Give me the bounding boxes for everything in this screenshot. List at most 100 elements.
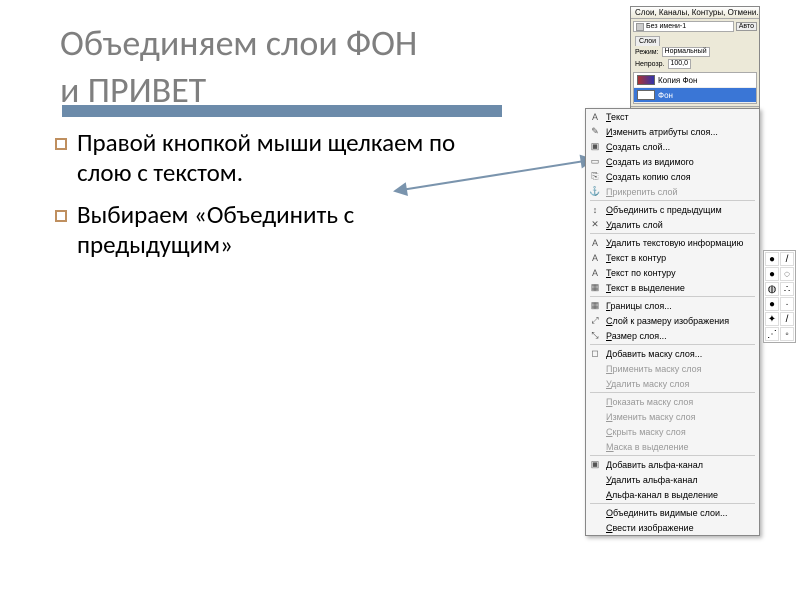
menu-item-icon: ✎ bbox=[588, 126, 602, 138]
context-menu-item[interactable]: Альфа-канал в выделение bbox=[586, 487, 759, 502]
context-menu-item: ⚓ Прикрепить слой bbox=[586, 184, 759, 199]
context-menu-item[interactable]: A Текст по контуру bbox=[586, 265, 759, 280]
context-menu-item: Изменить маску слоя bbox=[586, 409, 759, 424]
menu-item-icon: ▣ bbox=[588, 459, 602, 471]
menu-item-icon: ↕ bbox=[588, 204, 602, 216]
menu-item-icon bbox=[588, 441, 602, 453]
brush-item[interactable]: / bbox=[780, 312, 794, 326]
context-menu-item[interactable]: ▣Добавить альфа-канал bbox=[586, 457, 759, 472]
context-menu-item[interactable]: ⤢ Слой к размеру изображения bbox=[586, 313, 759, 328]
context-menu-item[interactable]: ✕ Удалить слой bbox=[586, 217, 759, 232]
menu-item-label: Объединить с предыдущим bbox=[606, 205, 722, 215]
brush-item[interactable]: · bbox=[780, 297, 794, 311]
layer-thumb bbox=[637, 90, 655, 100]
menu-item-label: Слой к размеру изображения bbox=[606, 316, 729, 326]
context-menu-item[interactable]: ⤡Размер слоя... bbox=[586, 328, 759, 343]
context-menu-item[interactable]: ✎Изменить атрибуты слоя... bbox=[586, 124, 759, 139]
image-selector[interactable]: Без имени-1 bbox=[633, 21, 734, 32]
mode-label: Режим: bbox=[635, 49, 659, 56]
menu-item-icon bbox=[588, 474, 602, 486]
brush-item[interactable]: ● bbox=[765, 267, 779, 281]
context-menu-item[interactable]: ▦ Границы слоя... bbox=[586, 298, 759, 313]
menu-item-icon: ✕ bbox=[588, 219, 602, 231]
menu-item-icon bbox=[588, 489, 602, 501]
menu-item-icon: A bbox=[588, 111, 602, 123]
context-menu-item: Удалить маску слоя bbox=[586, 376, 759, 391]
context-menu-item[interactable]: ▭Создать из видимого bbox=[586, 154, 759, 169]
menu-item-icon bbox=[588, 396, 602, 408]
brush-item[interactable]: ● bbox=[765, 252, 779, 266]
context-menu-item[interactable]: Свести изображение bbox=[586, 520, 759, 535]
menu-item-label: Удалить слой bbox=[606, 220, 663, 230]
menu-item-label: Границы слоя... bbox=[606, 301, 672, 311]
context-menu-item[interactable]: A Текст в контур bbox=[586, 250, 759, 265]
menu-item-label: Создать слой... bbox=[606, 142, 670, 152]
context-menu-item: Скрыть маску слоя bbox=[586, 424, 759, 439]
context-menu-item[interactable]: ⎘ Создать копию слоя bbox=[586, 169, 759, 184]
menu-item-label: Текст по контуру bbox=[606, 268, 676, 278]
menu-item-icon bbox=[588, 378, 602, 390]
context-menu-item[interactable]: ◻ Добавить маску слоя... bbox=[586, 346, 759, 361]
menu-item-icon: ◻ bbox=[588, 348, 602, 360]
context-menu-item[interactable]: Удалить альфа-канал bbox=[586, 472, 759, 487]
brush-item[interactable]: ● bbox=[765, 297, 779, 311]
context-menu-item[interactable]: AТекст bbox=[586, 109, 759, 124]
menu-separator bbox=[590, 296, 755, 297]
menu-item-icon: ⎘ bbox=[588, 171, 602, 183]
menu-separator bbox=[590, 503, 755, 504]
layer-item[interactable]: Копия Фон bbox=[634, 73, 756, 88]
menu-item-icon: A bbox=[588, 252, 602, 264]
menu-item-icon: ▦ bbox=[588, 282, 602, 294]
context-menu-item[interactable]: ▣Создать слой... bbox=[586, 139, 759, 154]
context-menu-item[interactable]: ▦ Текст в выделение bbox=[586, 280, 759, 295]
layers-panel: Слои, Каналы, Контуры, Отмени... Без име… bbox=[630, 6, 760, 123]
context-menu-item[interactable]: ↕ Объединить с предыдущим bbox=[586, 202, 759, 217]
mode-value[interactable]: Нормальный bbox=[662, 47, 710, 57]
menu-item-label: Текст в контур bbox=[606, 253, 666, 263]
menu-separator bbox=[590, 344, 755, 345]
menu-item-label: Объединить видимые слои... bbox=[606, 508, 728, 518]
brush-item[interactable]: ◍ bbox=[765, 282, 779, 296]
tab-layers[interactable]: Слои bbox=[635, 36, 660, 46]
context-menu-item[interactable]: A Удалить текстовую информацию bbox=[586, 235, 759, 250]
brush-item[interactable]: ⋰ bbox=[765, 327, 779, 341]
auto-button[interactable]: Авто bbox=[736, 22, 757, 31]
menu-item-label: Применить маску слоя bbox=[606, 364, 701, 374]
menu-item-icon: A bbox=[588, 267, 602, 279]
context-menu-item[interactable]: Объединить видимые слои... bbox=[586, 505, 759, 520]
menu-item-icon: ▦ bbox=[588, 300, 602, 312]
menu-item-label: Альфа-канал в выделение bbox=[606, 490, 718, 500]
bullet-item: Выбираем «Объединить с предыдущим» bbox=[55, 200, 515, 260]
menu-item-icon bbox=[588, 507, 602, 519]
brush-item[interactable]: ◦ bbox=[780, 327, 794, 341]
menu-item-label: Создать копию слоя bbox=[606, 172, 691, 182]
brush-item[interactable]: / bbox=[780, 252, 794, 266]
panel-title: Слои, Каналы, Контуры, Отмени... bbox=[631, 7, 759, 19]
title-line-1: Объединяем слои ФОН bbox=[60, 21, 417, 65]
context-menu: AТекст✎Изменить атрибуты слоя...▣Создать… bbox=[585, 108, 760, 536]
menu-item-icon: ⤢ bbox=[588, 315, 602, 327]
brush-item[interactable]: ∴ bbox=[780, 282, 794, 296]
menu-item-icon: ⚓ bbox=[588, 186, 602, 198]
brush-item[interactable]: ✦ bbox=[765, 312, 779, 326]
menu-item-icon bbox=[588, 426, 602, 438]
menu-item-label: Добавить маску слоя... bbox=[606, 349, 702, 359]
menu-item-icon bbox=[588, 363, 602, 375]
context-menu-item: Применить маску слоя bbox=[586, 361, 759, 376]
menu-item-icon: A bbox=[588, 237, 602, 249]
brush-item[interactable]: ◌ bbox=[780, 267, 794, 281]
menu-separator bbox=[590, 200, 755, 201]
layer-item[interactable]: Фон bbox=[634, 88, 756, 103]
menu-item-label: Удалить текстовую информацию bbox=[606, 238, 743, 248]
menu-item-label: Текст в выделение bbox=[606, 283, 685, 293]
menu-item-label: Маска в выделение bbox=[606, 442, 689, 452]
opacity-label: Непрозр. bbox=[635, 61, 665, 68]
menu-item-label: Прикрепить слой bbox=[606, 187, 678, 197]
menu-item-icon bbox=[588, 411, 602, 423]
slide-title: Объединяем слои ФОН и ПРИВЕТ bbox=[60, 20, 417, 114]
menu-item-icon: ⤡ bbox=[588, 330, 602, 342]
bullet-list: Правой кнопкой мыши щелкаем по слою с те… bbox=[55, 128, 515, 272]
context-menu-item: Маска в выделение bbox=[586, 439, 759, 454]
bullet-item: Правой кнопкой мыши щелкаем по слою с те… bbox=[55, 128, 515, 188]
opacity-value[interactable]: 100,0 bbox=[668, 59, 692, 69]
